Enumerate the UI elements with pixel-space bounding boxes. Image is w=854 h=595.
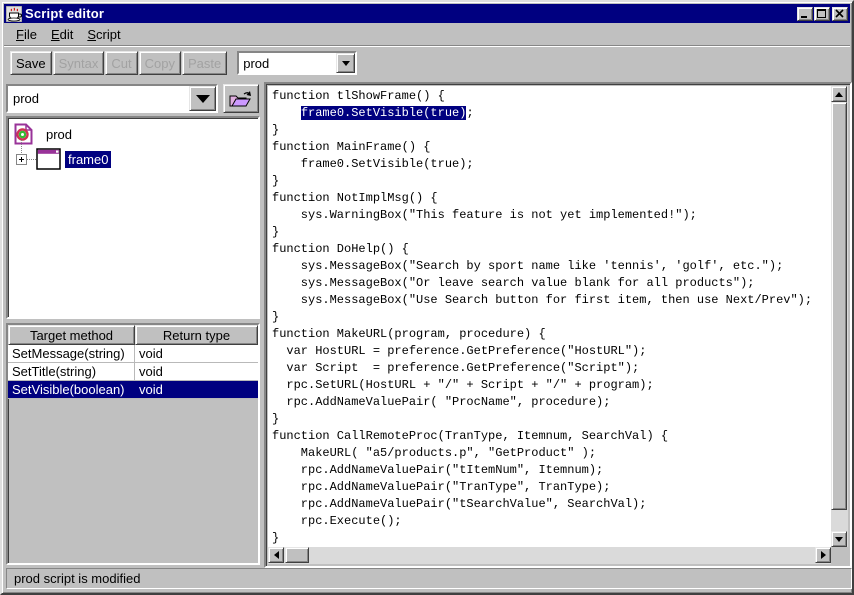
script-selector-value: prod bbox=[239, 53, 336, 73]
horizontal-scrollbar[interactable] bbox=[268, 547, 831, 564]
code-editor[interactable]: function tlShowFrame() { frame0.SetVisib… bbox=[268, 86, 831, 547]
chevron-down-icon[interactable] bbox=[189, 86, 216, 111]
tree-expander-plus-icon[interactable] bbox=[16, 154, 27, 165]
code-line[interactable]: function tlShowFrame() { bbox=[272, 88, 831, 105]
menu-script[interactable]: Script bbox=[80, 25, 127, 44]
paste-button[interactable]: Paste bbox=[182, 51, 227, 75]
save-button[interactable]: Save bbox=[10, 51, 52, 75]
code-line[interactable]: function CallRemoteProc(TranType, Itemnu… bbox=[272, 428, 831, 445]
code-line[interactable]: sys.MessageBox("Search by sport name lik… bbox=[272, 258, 831, 275]
chevron-down-icon[interactable] bbox=[336, 53, 355, 73]
script-document-icon bbox=[14, 123, 33, 145]
code-line[interactable]: sys.WarningBox("This feature is not yet … bbox=[272, 207, 831, 224]
syntax-button[interactable]: Syntax bbox=[53, 51, 105, 75]
code-line[interactable]: } bbox=[272, 224, 831, 241]
code-line[interactable]: function DoHelp() { bbox=[272, 241, 831, 258]
tree-item-label[interactable]: frame0 bbox=[65, 151, 111, 168]
table-row-selected[interactable]: SetVisible(boolean) void bbox=[8, 381, 258, 399]
titlebar[interactable]: Script editor bbox=[4, 4, 850, 23]
code-line[interactable]: rpc.AddNameValuePair("tSearchValue", Sea… bbox=[272, 496, 831, 513]
code-line[interactable]: rpc.Execute(); bbox=[272, 513, 831, 530]
horizontal-scroll-thumb[interactable] bbox=[285, 547, 309, 563]
cell-return-type: void bbox=[135, 345, 257, 362]
scrollbar-corner bbox=[831, 547, 848, 564]
open-folder-icon bbox=[228, 89, 254, 109]
column-header-target-method[interactable]: Target method bbox=[8, 325, 135, 345]
code-line[interactable]: } bbox=[272, 173, 831, 190]
statusbar: prod script is modified bbox=[6, 568, 852, 589]
code-line[interactable]: sys.MessageBox("Use Search button for fi… bbox=[272, 292, 831, 309]
tree-item-label[interactable]: prod bbox=[43, 126, 75, 143]
copy-button[interactable]: Copy bbox=[139, 51, 181, 75]
cut-button[interactable]: Cut bbox=[105, 51, 137, 75]
tree-item-prod[interactable]: prod bbox=[14, 123, 75, 145]
minimize-button[interactable] bbox=[797, 7, 813, 21]
tree-connector bbox=[27, 159, 36, 160]
cell-target-method: SetVisible(boolean) bbox=[8, 381, 135, 398]
toolbar: Save Syntax Cut Copy Paste prod bbox=[5, 47, 849, 79]
status-text: prod script is modified bbox=[14, 571, 140, 586]
java-cup-icon bbox=[6, 6, 22, 22]
script-selector-combobox[interactable]: prod bbox=[237, 51, 357, 75]
menu-edit[interactable]: Edit bbox=[44, 25, 80, 44]
maximize-button[interactable] bbox=[814, 7, 830, 21]
code-line[interactable]: function MakeURL(program, procedure) { bbox=[272, 326, 831, 343]
tree-item-frame0[interactable]: frame0 bbox=[16, 147, 111, 171]
cell-target-method: SetTitle(string) bbox=[8, 363, 135, 380]
code-line[interactable]: frame0.SetVisible(true); bbox=[272, 105, 831, 122]
scroll-down-icon[interactable] bbox=[831, 531, 847, 547]
close-button[interactable] bbox=[832, 7, 848, 21]
column-header-return-type[interactable]: Return type bbox=[135, 325, 258, 345]
cell-target-method: SetMessage(string) bbox=[8, 345, 135, 362]
code-line[interactable]: frame0.SetVisible(true); bbox=[272, 156, 831, 173]
window-frame-icon bbox=[36, 148, 61, 170]
cell-return-type: void bbox=[135, 363, 257, 380]
code-line[interactable]: } bbox=[272, 122, 831, 139]
table-header-row: Target method Return type bbox=[8, 325, 258, 345]
code-line[interactable]: } bbox=[272, 309, 831, 326]
scroll-right-icon[interactable] bbox=[815, 547, 831, 563]
window-title: Script editor bbox=[25, 6, 104, 21]
code-line[interactable]: rpc.AddNameValuePair( "ProcName", proced… bbox=[272, 394, 831, 411]
code-line[interactable]: function MainFrame() { bbox=[272, 139, 831, 156]
script-tree: prod frame0 bbox=[6, 116, 260, 319]
code-line[interactable]: MakeURL( "a5/products.p", "GetProduct" )… bbox=[272, 445, 831, 462]
menu-file[interactable]: File bbox=[9, 25, 44, 44]
explorer-script-value: prod bbox=[8, 86, 189, 111]
code-line[interactable]: rpc.AddNameValuePair("TranType", TranTyp… bbox=[272, 479, 831, 496]
code-line[interactable]: var HostURL = preference.GetPreference("… bbox=[272, 343, 831, 360]
table-row[interactable]: SetMessage(string) void bbox=[8, 345, 258, 363]
vertical-scroll-thumb[interactable] bbox=[831, 102, 847, 510]
cell-return-type: void bbox=[135, 381, 257, 398]
menubar: File Edit Script bbox=[5, 24, 849, 44]
open-script-button[interactable] bbox=[223, 84, 259, 113]
methods-table: Target method Return type SetMessage(str… bbox=[6, 323, 260, 565]
scroll-left-icon[interactable] bbox=[268, 547, 284, 563]
code-editor-panel: function tlShowFrame() { frame0.SetVisib… bbox=[264, 82, 852, 568]
table-row[interactable]: SetTitle(string) void bbox=[8, 363, 258, 381]
code-line[interactable]: rpc.AddNameValuePair("tItemNum", Itemnum… bbox=[272, 462, 831, 479]
code-line[interactable]: rpc.SetURL(HostURL + "/" + Script + "/" … bbox=[272, 377, 831, 394]
code-line[interactable]: function NotImplMsg() { bbox=[272, 190, 831, 207]
scroll-up-icon[interactable] bbox=[831, 86, 847, 102]
code-line[interactable]: sys.MessageBox("Or leave search value bl… bbox=[272, 275, 831, 292]
code-line[interactable]: } bbox=[272, 411, 831, 428]
script-editor-window: Script editor File Edit Script Save Synt… bbox=[0, 0, 854, 595]
code-line[interactable]: } bbox=[272, 530, 831, 547]
selected-code-text: frame0.SetVisible(true) bbox=[301, 106, 467, 120]
code-line[interactable]: var Script = preference.GetPreference("S… bbox=[272, 360, 831, 377]
explorer-script-combobox[interactable]: prod bbox=[6, 84, 218, 113]
vertical-scrollbar[interactable] bbox=[831, 86, 848, 547]
